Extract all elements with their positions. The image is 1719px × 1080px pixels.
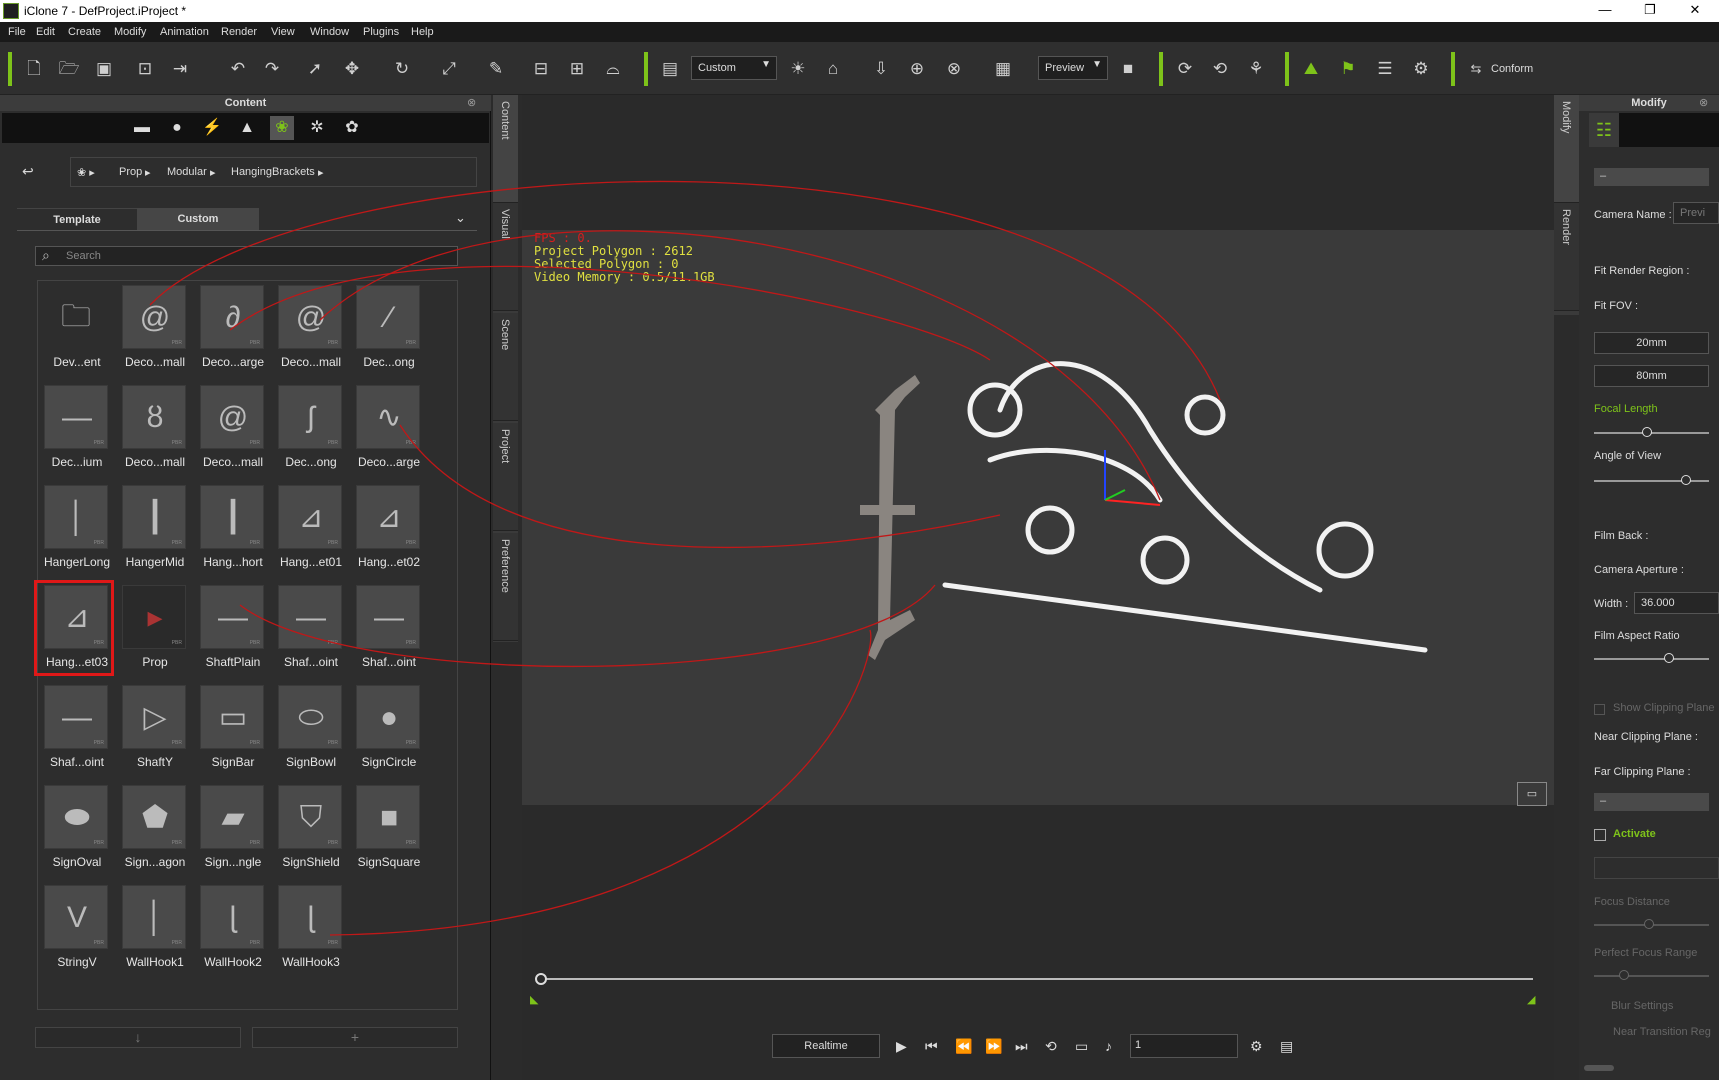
range-start-marker[interactable]: ◣ (530, 993, 538, 1006)
play-icon[interactable]: ▶ (896, 1038, 907, 1055)
wall-hook-shape (868, 375, 920, 660)
bracket-scroll (1025, 505, 1075, 555)
annotation-line (319, 230, 1161, 501)
frame-input[interactable]: 1 (1130, 1034, 1238, 1058)
angle-of-view-label: Angle of View (1594, 450, 1662, 462)
annotation-line (329, 629, 872, 936)
next-frame-icon[interactable]: ⏩ (985, 1038, 1002, 1055)
camera-name-field[interactable]: Previ (1673, 202, 1719, 224)
modify-panel-title: Modify (1579, 95, 1719, 111)
bracket-scroll (1140, 535, 1190, 585)
timeline-playhead[interactable] (535, 973, 547, 985)
section-collapse[interactable]: – (1594, 168, 1709, 186)
bracket-scroll (1316, 521, 1374, 579)
annotation-line (399, 424, 1001, 549)
lens-20mm-button[interactable]: 20mm (1594, 332, 1709, 354)
bracket-shaft (942, 582, 1428, 653)
perfect-focus-label: Perfect Focus Range (1594, 947, 1698, 959)
focal-length-slider[interactable] (1594, 427, 1709, 437)
close-panel-icon[interactable]: ⊗ (1699, 96, 1708, 109)
camera-aperture-label: Camera Aperture : (1594, 564, 1684, 576)
slider-knob[interactable] (1664, 653, 1674, 663)
width-label: Width : (1594, 598, 1629, 610)
bracket-scroll (967, 382, 1023, 438)
near-clipping-label: Near Clipping Plane : (1594, 731, 1698, 743)
angle-of-view-slider[interactable] (1594, 475, 1709, 485)
tab-render[interactable]: Render (1554, 203, 1579, 311)
activate-checkbox[interactable] (1594, 829, 1606, 841)
scene-overlay (149, 180, 1428, 936)
slider-knob[interactable] (1619, 970, 1629, 980)
settings-gear-icon[interactable]: ⚙ (1250, 1038, 1263, 1055)
slider-knob[interactable] (1642, 427, 1652, 437)
width-field[interactable]: 36.000 (1634, 592, 1719, 614)
blur-settings-label: Blur Settings (1611, 1000, 1674, 1012)
comment-icon[interactable]: ▭ (1517, 782, 1547, 806)
lens-80mm-button[interactable]: 80mm (1594, 365, 1709, 387)
show-clipping-checkbox[interactable] (1594, 704, 1605, 715)
activate-label: Activate (1613, 828, 1656, 840)
gizmo-x-axis (1104, 499, 1161, 506)
film-aspect-slider[interactable] (1594, 653, 1709, 663)
fit-render-region-label: Fit Render Region : (1594, 265, 1690, 277)
bracket-scroll (1184, 394, 1226, 436)
loop-icon[interactable]: ⟲ (1045, 1038, 1057, 1055)
annotation-line (229, 265, 991, 361)
fit-fov-label: Fit FOV : (1594, 300, 1638, 312)
slider-knob[interactable] (1681, 475, 1691, 485)
near-transition-label: Near Transition Reg (1613, 1026, 1711, 1038)
gizmo-z-axis (1104, 489, 1126, 501)
modify-panel: Modify ⊗ ☷ – Camera Name : Previ Fit Ren… (1579, 95, 1719, 1080)
hanging-bracket-model (942, 361, 1428, 653)
right-side-tabs: Modify Render (1554, 95, 1579, 315)
annotation-lines (149, 180, 1221, 936)
tab-modify[interactable]: Modify (1554, 95, 1579, 203)
film-back-label: Film Back : (1594, 530, 1649, 542)
bracket-mid-curve (987, 447, 1163, 503)
modify-settings-icon[interactable]: ☷ (1589, 113, 1619, 147)
show-clipping-label: Show Clipping Plane (1613, 702, 1715, 714)
camera-name-label: Camera Name : (1594, 209, 1672, 221)
horizontal-scrollbar[interactable] (1584, 1065, 1614, 1071)
modify-subtabs (1619, 113, 1719, 147)
focus-distance-slider[interactable] (1594, 919, 1709, 929)
prev-frame-icon[interactable]: ⏪ (955, 1038, 972, 1055)
far-clipping-label: Far Clipping Plane : (1594, 766, 1691, 778)
wall-hook-bar (860, 505, 915, 515)
dof-preset-field[interactable] (1594, 857, 1719, 879)
film-aspect-ratio-label: Film Aspect Ratio (1594, 630, 1680, 642)
bracket-top-curve (997, 361, 1323, 593)
timeline-toggle-icon[interactable]: ▤ (1280, 1038, 1293, 1055)
gizmo (1104, 450, 1161, 506)
last-frame-icon[interactable]: ⏭ (1015, 1038, 1028, 1055)
playback-mode-dropdown[interactable]: Realtime (772, 1034, 880, 1058)
slider-knob[interactable] (1644, 919, 1654, 929)
timeline-track[interactable] (540, 978, 1533, 980)
perfect-focus-slider[interactable] (1594, 970, 1709, 980)
range-end-marker[interactable]: ◢ (1527, 993, 1535, 1006)
subtitle-icon[interactable]: ▭ (1075, 1038, 1088, 1055)
dof-section-collapse[interactable]: – (1594, 793, 1709, 811)
music-note-icon[interactable]: ♪ (1105, 1038, 1112, 1054)
focus-distance-label: Focus Distance (1594, 896, 1670, 908)
first-frame-icon[interactable]: ⏮ (925, 1038, 938, 1055)
focal-length-label: Focal Length (1594, 403, 1658, 415)
annotation-line (239, 584, 936, 668)
